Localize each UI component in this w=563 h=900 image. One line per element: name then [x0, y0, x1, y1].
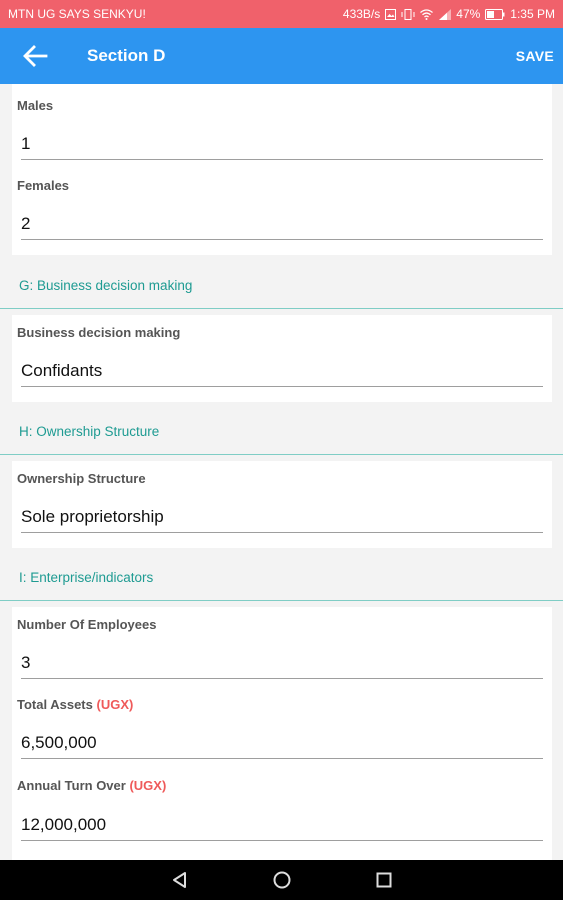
section-header-h: H: Ownership Structure — [0, 411, 563, 455]
page-title: Section D — [87, 46, 166, 65]
battery-icon — [485, 8, 505, 20]
wifi-icon — [420, 8, 434, 20]
app-bar: Section D SAVE — [0, 28, 563, 84]
enterprise-card: Number Of Employees 3 Total Assets (UGX)… — [12, 607, 552, 860]
square-recents-icon — [376, 872, 391, 888]
nav-home-button[interactable] — [262, 860, 302, 900]
navigation-bar — [0, 860, 563, 900]
employees-field[interactable]: 3 — [21, 647, 543, 679]
ownership-label: Ownership Structure — [17, 471, 146, 486]
employees-label: Number Of Employees — [17, 617, 157, 632]
turnover-unit: (UGX) — [129, 778, 167, 793]
image-icon — [385, 8, 397, 20]
net-speed: 433B/s — [342, 7, 381, 21]
divider — [0, 599, 563, 601]
females-label: Females — [17, 178, 70, 193]
triangle-back-icon — [172, 872, 186, 888]
section-title-g: G: Business decision making — [19, 278, 193, 293]
females-field[interactable]: 2 — [21, 208, 543, 240]
males-label: Males — [17, 98, 54, 113]
assets-unit: (UGX) — [96, 697, 134, 712]
turnover-field[interactable]: 12,000,000 — [21, 809, 543, 841]
save-button[interactable]: SAVE — [507, 48, 563, 64]
battery-percent: 47% — [456, 7, 481, 21]
section-header-i: I: Enterprise/indicators — [0, 557, 563, 601]
section-title-h: H: Ownership Structure — [19, 424, 160, 439]
assets-field[interactable]: 6,500,000 — [21, 727, 543, 759]
males-field[interactable]: 1 — [21, 128, 543, 160]
arrow-left-icon — [23, 45, 48, 67]
back-button[interactable] — [0, 28, 70, 84]
assets-label: Total Assets (UGX) — [17, 697, 133, 712]
ownership-card: Ownership Structure Sole proprietorship — [12, 461, 552, 548]
clock: 1:35 PM — [510, 7, 555, 21]
section-title-i: I: Enterprise/indicators — [19, 570, 154, 585]
signal-icon — [438, 8, 452, 20]
circle-home-icon — [273, 871, 290, 889]
turnover-label: Annual Turn Over (UGX) — [17, 778, 166, 793]
status-icons: 433B/s 47% 1:35 PM — [343, 7, 555, 21]
turnover-label-text: Annual Turn Over — [17, 778, 126, 793]
divider — [0, 453, 563, 455]
nav-back-button[interactable] — [160, 860, 200, 900]
carrier-text: MTN UG SAYS SENKYU! — [8, 7, 146, 21]
ownership-field[interactable]: Sole proprietorship — [21, 501, 543, 533]
decision-field[interactable]: Confidants — [21, 355, 543, 387]
decision-card: Business decision making Confidants — [12, 315, 552, 402]
divider — [0, 307, 563, 309]
section-header-g: G: Business decision making — [0, 265, 563, 309]
vibrate-icon — [401, 8, 415, 20]
assets-label-text: Total Assets — [17, 697, 93, 712]
household-card: Males 1 Females 2 — [12, 84, 552, 255]
decision-label: Business decision making — [17, 325, 181, 340]
nav-recents-button[interactable] — [364, 860, 404, 900]
form-content[interactable]: Males 1 Females 2 G: Business decision m… — [0, 84, 563, 860]
status-bar: MTN UG SAYS SENKYU! 433B/s 47% 1:35 PM — [0, 0, 563, 28]
